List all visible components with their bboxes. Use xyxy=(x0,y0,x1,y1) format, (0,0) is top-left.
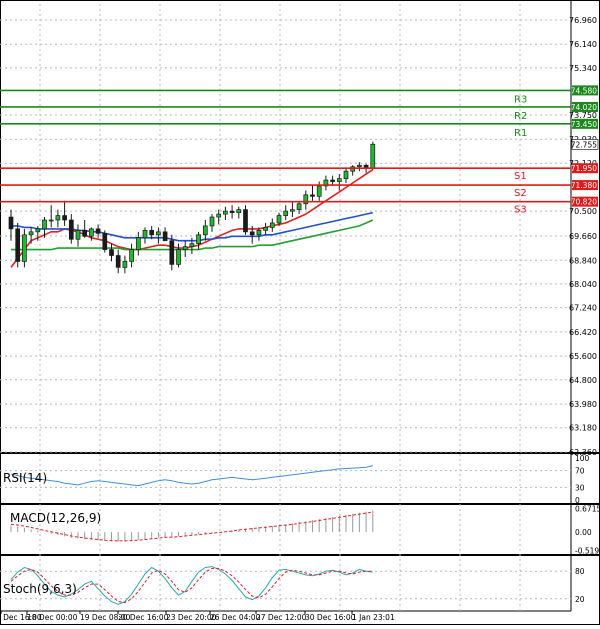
level-price-label: 73.450 xyxy=(571,120,597,129)
candle-body xyxy=(149,230,155,236)
rsi-tick-label: 30 xyxy=(575,483,585,492)
level-name-s3: S3 xyxy=(514,205,527,216)
rsi-tick-label: 70 xyxy=(575,467,585,476)
candle-body xyxy=(169,240,175,265)
candle-body xyxy=(142,230,148,239)
time-tick-label: 27 Dec 12:00 xyxy=(256,613,307,622)
level-price-label: 71.950 xyxy=(571,164,597,173)
candle-body xyxy=(115,255,121,268)
price-tick-label: 65.600 xyxy=(569,352,597,361)
candle-body xyxy=(316,185,322,197)
candle-body xyxy=(109,249,114,256)
candle-body xyxy=(209,216,215,227)
candle-body xyxy=(182,246,188,250)
candle-body xyxy=(249,231,255,236)
rsi-tick-label: 100 xyxy=(575,454,590,463)
candle-body xyxy=(216,213,222,218)
candle-body xyxy=(162,231,168,242)
macd-tick-label: 0.00 xyxy=(575,528,592,537)
candle-body xyxy=(68,219,74,240)
price-tick-label: 64.800 xyxy=(569,376,597,385)
chart-root: 76.96076.14075.34073.75072.93072.12070.5… xyxy=(0,0,600,625)
candle-body xyxy=(22,234,27,262)
level-price-label: 74.580 xyxy=(571,86,597,95)
level-price-label: 74.020 xyxy=(571,103,597,112)
rsi-line xyxy=(10,465,373,487)
candle-body xyxy=(343,170,349,179)
candle-body xyxy=(296,203,302,211)
candle-body xyxy=(263,227,268,231)
candle-body xyxy=(283,210,289,216)
current-price-label: 72.755 xyxy=(571,140,597,149)
level-name-r2: R2 xyxy=(514,111,527,122)
price-tick-label: 73.750 xyxy=(569,111,597,120)
time-tick-label: 20 Dec 16:00 xyxy=(118,613,169,622)
candle-body xyxy=(28,231,34,236)
candle-body xyxy=(196,234,201,245)
candle-body xyxy=(269,222,275,228)
level-name-r3: R3 xyxy=(514,94,527,105)
candle-body xyxy=(48,219,54,222)
level-price-label: 70.820 xyxy=(571,198,597,207)
candle-body xyxy=(276,215,282,224)
candle-body xyxy=(15,228,21,262)
price-tick-label: 68.840 xyxy=(569,256,597,265)
price-tick-label: 76.960 xyxy=(569,16,597,25)
price-tick-label: 66.420 xyxy=(569,328,597,337)
candle-body xyxy=(236,209,242,213)
candle-body xyxy=(370,143,376,169)
macd-tick-label: 0.6715 xyxy=(575,504,600,513)
candle-body xyxy=(122,261,128,268)
macd-label: MACD(12,26,9) xyxy=(10,511,101,525)
candle-body xyxy=(55,215,61,221)
outer-frame xyxy=(0,0,600,625)
candle-body xyxy=(189,243,195,247)
price-tick-label: 70.500 xyxy=(569,207,597,216)
candle-body xyxy=(42,219,47,230)
time-tick-label: 18 Dec 00:00 xyxy=(27,613,78,622)
price-tick-label: 76.140 xyxy=(569,40,597,49)
candle-body xyxy=(8,216,14,230)
time-tick-label: 1 Jan 23:01 xyxy=(352,613,395,622)
price-tick-label: 67.240 xyxy=(569,304,597,313)
level-price-label: 71.380 xyxy=(571,181,597,190)
candle-body xyxy=(229,210,235,213)
candle-body xyxy=(135,237,141,250)
candle-body xyxy=(223,210,228,215)
stoch-tick-label: 20 xyxy=(575,595,585,604)
candle-body xyxy=(290,209,295,212)
level-name-s2: S2 xyxy=(514,188,527,199)
candle-body xyxy=(176,249,181,265)
price-tick-label: 75.340 xyxy=(569,64,597,73)
candle-body xyxy=(35,228,41,233)
candle-body xyxy=(95,228,101,234)
candle-body xyxy=(89,228,94,237)
candle-body xyxy=(129,249,134,262)
candle-body xyxy=(82,230,88,237)
time-tick-label: 26 Dec 04:00 xyxy=(210,613,261,622)
candle-body xyxy=(330,179,335,182)
price-tick-label: 63.180 xyxy=(569,424,597,433)
stoch-label: Stoch(9,6,3) xyxy=(3,582,77,596)
level-name-s1: S1 xyxy=(514,171,527,182)
candle-body xyxy=(156,231,161,236)
candle-body xyxy=(75,230,81,240)
candle-body xyxy=(310,194,315,197)
stoch-tick-label: 80 xyxy=(575,567,585,576)
time-tick-label: 30 Dec 16:00 xyxy=(305,613,356,622)
candle-body xyxy=(102,232,108,250)
level-name-r1: R1 xyxy=(514,128,527,139)
candle-body xyxy=(62,215,67,221)
candle-body xyxy=(256,230,262,236)
price-tick-label: 69.660 xyxy=(569,232,597,241)
chart-svg: 76.96076.14075.34073.75072.93072.12070.5… xyxy=(0,0,600,625)
price-tick-label: 68.040 xyxy=(569,280,597,289)
candle-body xyxy=(243,209,248,233)
price-tick-label: 63.980 xyxy=(569,400,597,409)
candle-body xyxy=(357,164,362,168)
rsi-label: RSI(14) xyxy=(3,471,47,485)
candle-body xyxy=(202,225,208,236)
macd-tick-label: -0.5192 xyxy=(575,546,600,555)
candle-body xyxy=(336,178,342,182)
